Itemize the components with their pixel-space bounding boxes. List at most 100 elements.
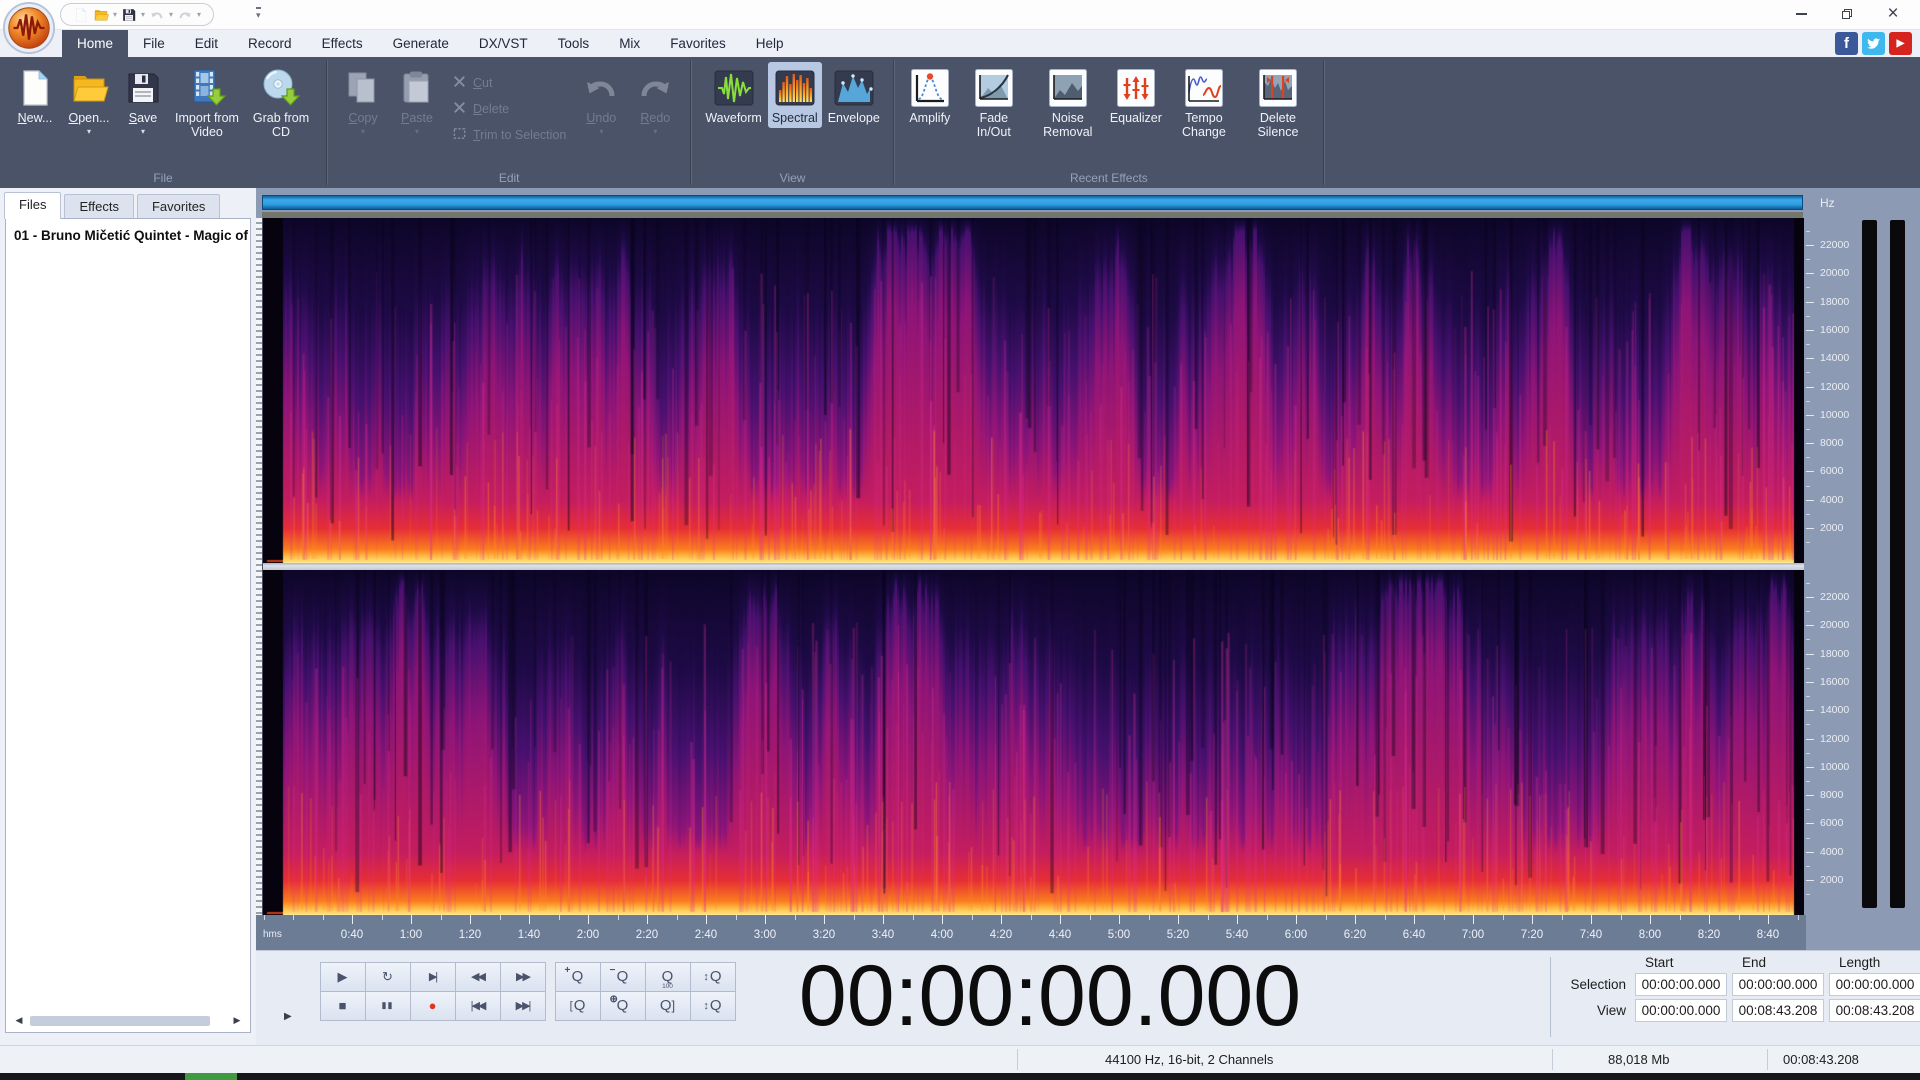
zoom-buttons: Q + Q − Q 100 ↕ Q [Q Q ⊕ Q] ↕ Q	[554, 961, 736, 1021]
panel-collapse-arrow[interactable]: ▶	[284, 1011, 292, 1022]
noise-removal-button[interactable]: Noise Removal	[1032, 62, 1104, 142]
tempo-change-button[interactable]: Tempo Change	[1168, 62, 1240, 142]
waveform-button[interactable]: Waveform	[701, 62, 766, 128]
selection-end-field[interactable]: 00:00:00.000	[1732, 973, 1824, 996]
zoom-1-100-button[interactable]: Q 100	[644, 961, 691, 992]
ruler-time-label: 7:40	[1579, 929, 1603, 941]
view-end-field[interactable]: 00:08:43.208	[1732, 999, 1824, 1022]
quick-redo-button[interactable]	[177, 7, 193, 23]
amplify-button[interactable]: Amplify	[904, 62, 956, 128]
redo-button[interactable]: Redo ▾	[629, 62, 681, 139]
tab-effects[interactable]: Effects	[307, 30, 378, 57]
tab-favorites[interactable]: Favorites	[655, 30, 741, 57]
selection-start-field[interactable]: 00:00:00.000	[1635, 973, 1727, 996]
tab-file[interactable]: File	[128, 30, 180, 57]
zoom-out-button[interactable]: Q −	[599, 961, 646, 992]
spectral-button[interactable]: Spectral	[767, 62, 822, 128]
fast-forward-button[interactable]: ▶▶	[499, 961, 546, 992]
sidebar-tab-files[interactable]: Files	[4, 192, 62, 219]
open-button[interactable]: Open... ▾	[63, 62, 115, 139]
close-button[interactable]: ×	[1870, 0, 1916, 28]
tab-dx-vst[interactable]: DX/VST	[464, 30, 543, 57]
fade-in-out-button[interactable]: Fade In/Out	[958, 62, 1030, 142]
view-length-field[interactable]: 00:08:43.208	[1829, 999, 1920, 1022]
tab-generate[interactable]: Generate	[378, 30, 464, 57]
rewind-button[interactable]: ◀◀	[454, 961, 501, 992]
dropdown-caret[interactable]: ▾	[361, 127, 365, 136]
dropdown-caret[interactable]: ▾	[599, 127, 603, 136]
view-start-field[interactable]: 00:00:00.000	[1635, 999, 1727, 1022]
cut-button[interactable]: Cut	[452, 74, 566, 92]
sidebar-tab-effects[interactable]: Effects	[64, 194, 134, 219]
pause-button[interactable]: ▮▮	[364, 990, 411, 1021]
zoom-vertical-out-button[interactable]: ↕ Q	[689, 990, 736, 1021]
dropdown-caret[interactable]: ▾	[113, 10, 117, 19]
scroll-left-arrow[interactable]: ◀	[12, 1015, 26, 1026]
scroll-right-arrow[interactable]: ▶	[230, 1015, 244, 1026]
equalizer-button[interactable]: Equalizer	[1106, 62, 1166, 128]
app-logo-icon[interactable]	[2, 1, 56, 55]
ruler-tick-minor	[1266, 915, 1268, 920]
bottom-control-bar: ▶ ▶ ↻ ▶| ◀◀ ▶▶ ■ ▮▮ ● |◀◀ ▶▶| Q + Q − Q 100 ↕ Q[Q Q ⊕ Q] ↕ Q …	[256, 948, 1920, 1045]
dropdown-caret[interactable]: ▾	[169, 10, 173, 19]
delete-silence-button[interactable]: Delete Silence	[1242, 62, 1314, 142]
quick-open-button[interactable]	[93, 7, 109, 23]
save-button[interactable]: Save ▾	[117, 62, 169, 139]
tab-record[interactable]: Record	[233, 30, 307, 57]
dropdown-caret[interactable]: ▾	[653, 127, 657, 136]
quick-access-customize-button[interactable]: ▾	[256, 7, 261, 20]
delete-button[interactable]: Delete	[452, 100, 566, 118]
dropdown-caret[interactable]: ▾	[141, 10, 145, 19]
tab-mix[interactable]: Mix	[604, 30, 655, 57]
loop-button[interactable]: ↻	[364, 961, 411, 992]
record-button[interactable]: ●	[409, 990, 456, 1021]
minimize-button[interactable]	[1778, 0, 1824, 28]
envelope-button[interactable]: Envelope	[824, 62, 884, 128]
stop-button[interactable]: ■	[319, 990, 366, 1021]
undo-button[interactable]: Undo ▾	[575, 62, 627, 139]
horizontal-scrollbar[interactable]: ◀ ▶	[12, 1013, 244, 1028]
tab-tools[interactable]: Tools	[543, 30, 605, 57]
spectrogram-channel-1[interactable]	[263, 218, 1804, 563]
ruler-tick-major	[470, 915, 471, 924]
go-to-start-button[interactable]: |◀◀	[454, 990, 501, 1021]
scrollbar-thumb[interactable]	[30, 1015, 210, 1026]
zoom-vertical-in-button[interactable]: ↕ Q	[689, 961, 736, 992]
paste-button[interactable]: Paste ▾	[391, 62, 443, 139]
copy-button[interactable]: Copy ▾	[337, 62, 389, 139]
facebook-icon[interactable]: f	[1835, 32, 1858, 55]
maximize-button[interactable]	[1824, 0, 1870, 28]
quick-undo-button[interactable]	[149, 7, 165, 23]
freq-tick-major	[1806, 823, 1814, 825]
dropdown-caret[interactable]: ▾	[141, 127, 145, 136]
zoom-to-selection-button[interactable]: Q ⊕	[599, 990, 646, 1021]
zoom-in-button[interactable]: Q +	[554, 961, 601, 992]
grab-from-cd-button[interactable]: Grab from CD	[245, 62, 317, 142]
quick-save-button[interactable]	[121, 7, 137, 23]
tab-edit[interactable]: Edit	[180, 30, 233, 57]
play-button[interactable]: ▶	[319, 961, 366, 992]
quick-new-button[interactable]	[73, 7, 89, 23]
trim-to-selection-button[interactable]: Trim to Selection	[452, 126, 566, 144]
time-ruler[interactable]: hms 0:40 1:00 1:20 1:40 2:00 2:20 2:40 3:00 3:20…	[256, 915, 1806, 950]
ruler-tick-major	[1178, 915, 1179, 924]
new-button[interactable]: New...	[9, 62, 61, 128]
go-to-end-button[interactable]: ▶▶|	[499, 990, 546, 1021]
file-list-item[interactable]: 01 - Bruno Mičetić Quintet - Magic of Re	[6, 219, 250, 247]
tab-help[interactable]: Help	[741, 30, 799, 57]
twitter-icon[interactable]	[1862, 32, 1885, 55]
youtube-icon[interactable]: ▶	[1889, 32, 1912, 55]
zoom-selection-start-button[interactable]: [Q	[554, 990, 601, 1021]
ruler-tick-minor	[322, 915, 324, 920]
sidebar-tab-favorites[interactable]: Favorites	[136, 194, 221, 219]
dropdown-caret[interactable]: ▾	[87, 127, 91, 136]
play-to-end-button[interactable]: ▶|	[409, 961, 456, 992]
selection-length-field[interactable]: 00:00:00.000	[1829, 973, 1920, 996]
import-from-video-button[interactable]: Import from Video	[171, 62, 243, 142]
tab-home[interactable]: Home	[62, 30, 129, 57]
spectrogram-channel-2[interactable]	[263, 570, 1804, 915]
overview-scrollbar[interactable]	[262, 195, 1803, 210]
zoom-selection-end-button[interactable]: Q]	[644, 990, 691, 1021]
dropdown-caret[interactable]: ▾	[415, 127, 419, 136]
dropdown-caret[interactable]: ▾	[197, 10, 201, 19]
